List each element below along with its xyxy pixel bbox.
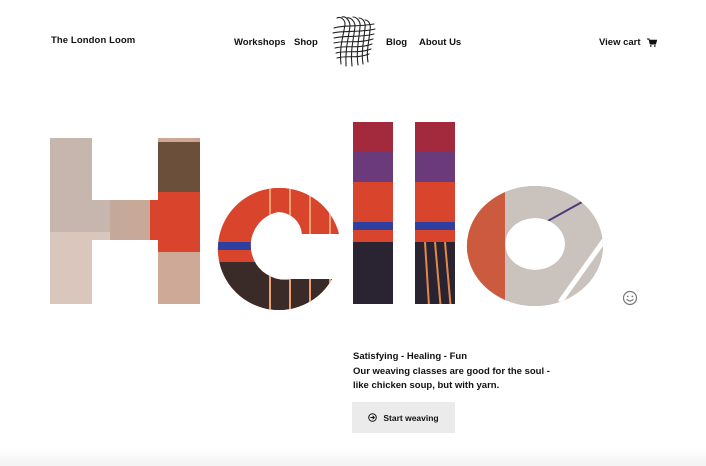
- view-cart-label: View cart: [599, 37, 641, 48]
- cart-icon: [646, 38, 657, 47]
- nav-workshops[interactable]: Workshops: [234, 37, 286, 48]
- start-weaving-label: Start weaving: [383, 412, 439, 423]
- intro-heading: Satisfying - Healing - Fun: [353, 351, 468, 362]
- bottom-fade: [0, 448, 706, 466]
- view-cart-link[interactable]: View cart: [599, 37, 657, 48]
- intro-line-2: like chicken soup, but with yarn.: [353, 380, 500, 391]
- nav-shop[interactable]: Shop: [294, 37, 318, 48]
- brand-name[interactable]: The London Loom: [51, 35, 135, 46]
- nav-blog[interactable]: Blog: [386, 37, 407, 48]
- site-header: The London Loom Workshops Shop Blog Abou…: [0, 0, 706, 86]
- intro-line-1: Our weaving classes are good for the sou…: [353, 365, 550, 377]
- arrow-circle-icon: [368, 413, 378, 422]
- loom-logo-icon[interactable]: [331, 14, 377, 68]
- intro-text-block: Satisfying - Healing - Fun Our weaving c…: [353, 350, 550, 394]
- smiley-face-icon[interactable]: [622, 290, 638, 306]
- start-weaving-button[interactable]: Start weaving: [352, 402, 455, 433]
- nav-about[interactable]: About Us: [419, 37, 461, 48]
- hero-hello-image: [50, 122, 603, 310]
